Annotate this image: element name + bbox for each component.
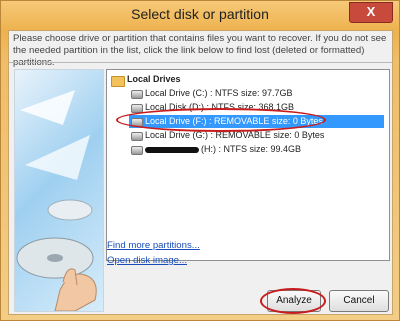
drive-item-c[interactable]: Local Drive (C:) : NTFS size: 97.7GB [129, 87, 384, 100]
close-icon: X [366, 4, 376, 19]
dialog-body: Please choose drive or partition that co… [8, 30, 393, 315]
drive-label: Local Drive (F:) : REMOVABLE size: 0 Byt… [145, 116, 323, 126]
disk-hand-illustration [16, 90, 97, 311]
cancel-button[interactable]: Cancel [329, 290, 389, 312]
drive-label: Local Disk (D:) : NTFS size: 368.1GB [145, 102, 295, 112]
drive-label: Local Drive (C:) : NTFS size: 97.7GB [145, 88, 293, 98]
hard-drive-icon [131, 104, 143, 113]
drive-item-g[interactable]: Local Drive (G:) : REMOVABLE size: 0 Byt… [129, 129, 384, 142]
analyze-button[interactable]: Analyze [267, 290, 321, 312]
drive-item-h[interactable]: (H:) : NTFS size: 99.4GB [129, 143, 384, 156]
drive-label: Local Drive (G:) : REMOVABLE size: 0 Byt… [145, 130, 325, 140]
drive-list[interactable]: Local Drives Local Drive (C:) : NTFS siz… [106, 69, 390, 261]
hard-drive-icon [131, 90, 143, 99]
window-title: Select disk or partition [131, 6, 269, 22]
dialog-window: Select disk or partition X Please choose… [0, 0, 400, 321]
drive-item-d[interactable]: Local Disk (D:) : NTFS size: 368.1GB [129, 101, 384, 114]
hard-drive-icon [131, 146, 143, 155]
tree-root-local-drives[interactable]: Local Drives [107, 73, 377, 87]
open-disk-image-link[interactable]: Open disk image... [107, 255, 187, 266]
hard-drive-icon [131, 118, 143, 127]
illustration [14, 69, 104, 312]
title-bar[interactable]: Select disk or partition X [1, 1, 399, 29]
close-button[interactable]: X [349, 2, 393, 23]
drive-item-f[interactable]: Local Drive (F:) : REMOVABLE size: 0 Byt… [129, 115, 384, 128]
folder-icon [111, 76, 125, 87]
tree-root-label: Local Drives [127, 74, 181, 84]
drive-label: (H:) : NTFS size: 99.4GB [201, 144, 302, 154]
find-more-partitions-link[interactable]: Find more partitions... [107, 240, 200, 251]
divider [9, 62, 392, 63]
hard-drive-icon [131, 132, 143, 141]
drive-label-wrap: (H:) : NTFS size: 99.4GB [145, 143, 301, 156]
instructions-text: Please choose drive or partition that co… [13, 33, 387, 68]
obscured-name [145, 146, 199, 153]
